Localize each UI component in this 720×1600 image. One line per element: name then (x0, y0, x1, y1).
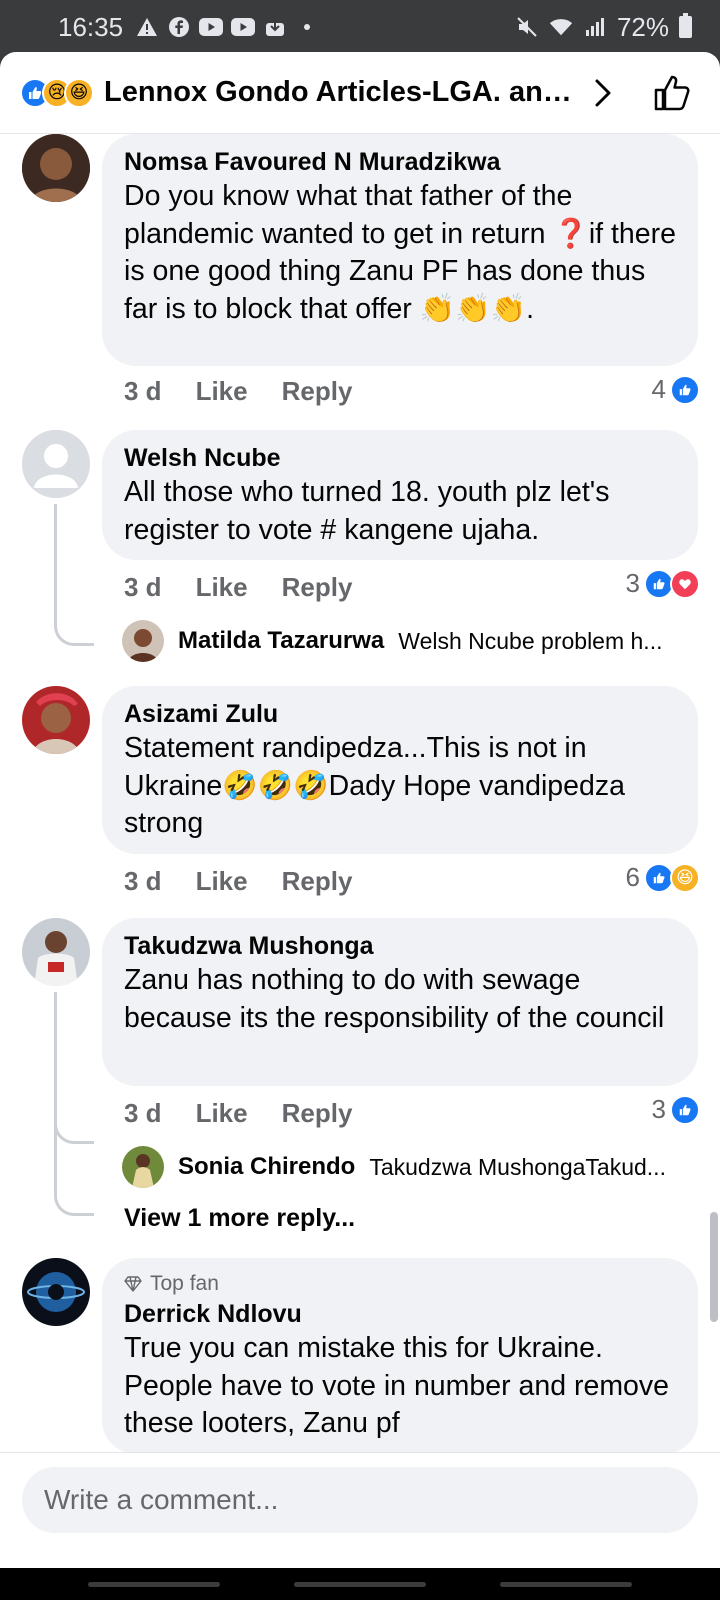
reply-button[interactable]: Reply (282, 1098, 353, 1129)
youtube-notification-icon (199, 16, 224, 38)
mute-icon (515, 16, 539, 38)
scrollbar[interactable] (710, 1212, 718, 1322)
comment-author[interactable]: Asizami Zulu (124, 698, 676, 730)
avatar-matilda[interactable] (122, 620, 164, 662)
comment-text: True you can mistake this for Ukraine. P… (124, 1332, 670, 1439)
reply-preview[interactable]: Matilda Tazarurwa Welsh Ncube problem h.… (122, 620, 702, 662)
comment-actions: 3 d Like Reply (124, 1098, 352, 1129)
avatar-welsh[interactable] (22, 430, 90, 498)
haha-reaction-icon: 😆 (64, 77, 94, 108)
comment-bubble[interactable]: Takudzwa Mushonga Zanu has nothing to do… (102, 918, 698, 1086)
like-reaction-icon (670, 374, 700, 405)
like-button[interactable]: Like (196, 1098, 248, 1129)
comment-reactions[interactable]: 4 (652, 374, 700, 405)
system-icons: 72% (515, 12, 692, 43)
status-bar: 16:35 72% (0, 0, 720, 54)
composer-area: Write a comment... (0, 1452, 720, 1568)
comment-time: 3 d (124, 572, 162, 602)
reaction-count: 4 (651, 374, 666, 404)
comment-text: Statement randipedza...This is not in Uk… (124, 732, 625, 839)
comment-bubble[interactable]: Top fan Derrick Ndlovu True you can mist… (102, 1258, 698, 1454)
sheet-header: 😢 😆 Lennox Gondo Articles-LGA. and... (0, 52, 720, 134)
comment-reactions[interactable]: 3 (652, 1094, 700, 1125)
reaction-count: 6 (625, 862, 640, 892)
top-fan-badge: Top fan (124, 1270, 676, 1298)
like-post-button[interactable] (648, 69, 696, 117)
comment-bubble[interactable]: Asizami Zulu Statement randipedza...This… (102, 686, 698, 854)
comment-actions: 3 d Like Reply (124, 572, 352, 603)
post-title[interactable]: Lennox Gondo Articles-LGA. and... (104, 76, 572, 109)
love-reaction-icon (670, 568, 700, 599)
youtube-notification-icon-2 (231, 16, 256, 38)
comment-time: 3 d (124, 866, 162, 896)
comment-bubble[interactable]: Welsh Ncube All those who turned 18. you… (102, 430, 698, 560)
reply-preview[interactable]: Sonia Chirendo Takudzwa MushongaTakud... (122, 1146, 702, 1188)
comment-author[interactable]: Nomsa Favoured N Muradzikwa (124, 146, 676, 178)
nav-home[interactable] (294, 1582, 426, 1587)
nav-recents[interactable] (88, 1582, 220, 1587)
download-notification-icon (263, 16, 287, 38)
comment-author[interactable]: Welsh Ncube (124, 442, 676, 474)
comment-time: 3 d (124, 1098, 162, 1128)
view-more-replies[interactable]: View 1 more reply... (124, 1204, 355, 1233)
comments-sheet: 😢 😆 Lennox Gondo Articles-LGA. and... No… (0, 52, 720, 1570)
like-button[interactable]: Like (196, 376, 248, 407)
thumbs-up-outline-icon (654, 75, 690, 110)
top-fan-label: Top fan (150, 1272, 219, 1295)
reply-snippet: Welsh Ncube problem h... (398, 627, 663, 654)
reply-button[interactable]: Reply (282, 376, 353, 407)
nav-back[interactable] (500, 1582, 632, 1587)
reply-author[interactable]: Sonia Chirendo (178, 1153, 355, 1181)
avatar-sonia[interactable] (122, 1146, 164, 1188)
reaction-count: 3 (625, 568, 640, 598)
post-reactions[interactable]: 😢 😆 (20, 77, 94, 108)
default-avatar-icon (22, 430, 90, 498)
battery-icon (679, 13, 692, 38)
avatar-nomsa[interactable] (22, 134, 90, 202)
like-reaction-icon (670, 1094, 700, 1125)
thread-line (54, 504, 94, 646)
reaction-count: 3 (651, 1094, 666, 1124)
comment-text: All those who turned 18. youth plz let's… (124, 476, 610, 546)
comment-actions: 3 d Like Reply (124, 866, 352, 897)
avatar-takudzwa[interactable] (22, 918, 90, 986)
comment-author[interactable]: Derrick Ndlovu (124, 1298, 676, 1330)
system-nav-bar (0, 1568, 720, 1600)
battery-percent: 72% (616, 11, 669, 42)
like-button[interactable]: Like (196, 866, 248, 897)
notification-icons (135, 16, 319, 38)
avatar-derrick[interactable] (22, 1258, 90, 1326)
status-time: 16:35 (58, 11, 124, 42)
comment-reactions[interactable]: 3 (626, 568, 700, 599)
reply-snippet: Takudzwa MushongaTakud... (369, 1153, 666, 1180)
facebook-notification-icon (167, 16, 191, 38)
comment-actions: 3 d Like Reply (124, 376, 352, 407)
dot-icon (295, 16, 319, 38)
avatar-asizami[interactable] (22, 686, 90, 754)
reply-button[interactable]: Reply (282, 572, 353, 603)
reply-author[interactable]: Matilda Tazarurwa (178, 627, 384, 655)
comment-bubble[interactable]: Nomsa Favoured N Muradzikwa Do you know … (102, 134, 698, 366)
haha-reaction-icon: 😆 (670, 862, 700, 893)
comment-text: Zanu has nothing to do with sewage becau… (124, 964, 665, 1034)
thread-line (54, 992, 94, 1216)
comment-author[interactable]: Takudzwa Mushonga (124, 930, 676, 962)
comment-time: 3 d (124, 376, 162, 406)
like-button[interactable]: Like (196, 572, 248, 603)
chevron-right-icon[interactable] (594, 73, 624, 113)
warning-icon (135, 16, 159, 38)
comment-input[interactable]: Write a comment... (22, 1467, 698, 1533)
comment-reactions[interactable]: 6 😆 (626, 862, 700, 893)
reply-button[interactable]: Reply (282, 866, 353, 897)
wifi-icon (549, 16, 573, 38)
comment-text: Do you know what that father of the plan… (124, 180, 676, 325)
signal-icon (583, 16, 607, 38)
diamond-icon (124, 1276, 142, 1292)
